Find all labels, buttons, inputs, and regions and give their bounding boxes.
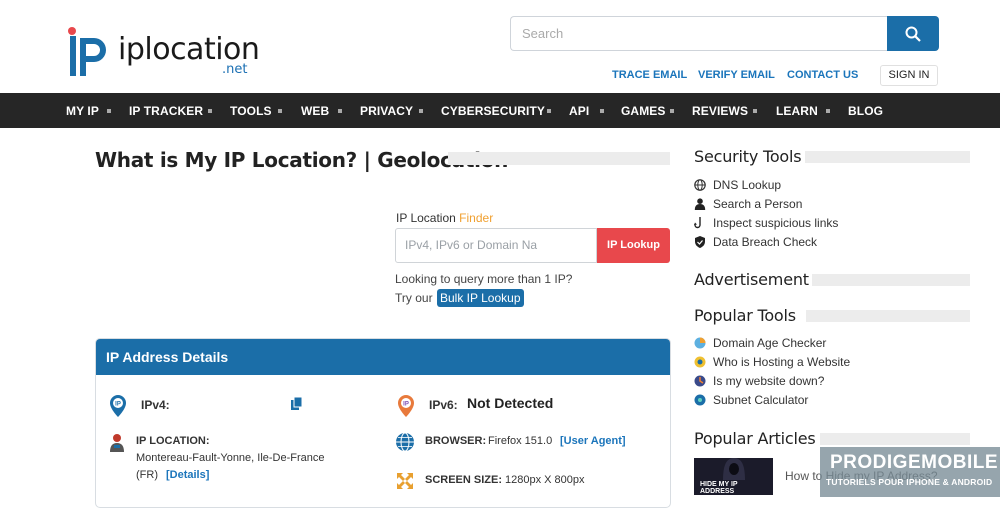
user-agent-link[interactable]: [User Agent] [560, 435, 626, 447]
trace-email-link[interactable]: TRACE EMAIL [612, 69, 687, 81]
article-thumbnail-caption: HIDE MY IP ADDRESS [700, 481, 738, 495]
nav-item-tools[interactable]: TOOLS [230, 93, 272, 128]
domain-age-icon [694, 337, 706, 349]
nav-item-ip-tracker[interactable]: IP TRACKER [129, 93, 203, 128]
nav-item-blog[interactable]: BLOG [848, 93, 883, 128]
nav-item-games[interactable]: GAMES [621, 93, 666, 128]
popular-tool-subnet-calculator[interactable]: Subnet Calculator [713, 393, 808, 407]
watermark-brand: PRODIGEMOBILE [830, 452, 999, 473]
location-person-icon [110, 434, 124, 452]
nav-item-cybersecurity[interactable]: CYBERSECURITY [441, 93, 545, 128]
title-divider [820, 433, 970, 445]
bulk-ip-lookup-link[interactable]: Bulk IP Lookup [437, 289, 524, 307]
search-input[interactable]: Search [510, 16, 888, 51]
globe-icon [396, 432, 414, 452]
watermark-tagline: TUTORIELS POUR IPHONE & ANDROID [826, 477, 993, 487]
ip-lookup-input[interactable]: IPv4, IPv6 or Domain Na [395, 228, 597, 263]
popular-tool-website-down[interactable]: Is my website down? [713, 374, 824, 388]
nav-separator [278, 109, 282, 113]
ip-details-title: IP Address Details [96, 339, 670, 375]
screen-size-icon [397, 473, 413, 489]
sidebar-item-dns-lookup[interactable]: DNS Lookup [713, 178, 781, 192]
nav-item-api[interactable]: API [569, 93, 589, 128]
svg-text:IP: IP [403, 402, 409, 408]
subnet-calculator-icon [694, 394, 706, 406]
nav-separator [753, 109, 757, 113]
site-logo[interactable]: iplocation .net [66, 26, 260, 80]
article-thumbnail[interactable]: HIDE MY IP ADDRESS [694, 458, 773, 495]
nav-separator [419, 109, 423, 113]
popular-tool-domain-age[interactable]: Domain Age Checker [713, 336, 826, 350]
title-divider [806, 310, 970, 322]
ipv4-pin-icon: IP [110, 395, 126, 417]
hook-icon [694, 217, 701, 229]
nav-separator [826, 109, 830, 113]
sidebar-item-inspect-links[interactable]: Inspect suspicious links [713, 216, 838, 230]
ipv6-label: IPv6: [429, 398, 458, 412]
nav-item-reviews[interactable]: REVIEWS [692, 93, 748, 128]
svg-text:IP: IP [115, 402, 121, 408]
security-tools-title: Security Tools [694, 147, 802, 166]
sign-in-button[interactable]: SIGN IN [880, 65, 938, 86]
ipv4-label: IPv4: [141, 398, 170, 412]
ipv6-pin-icon: IP [398, 395, 414, 417]
nav-separator [338, 109, 342, 113]
search-button[interactable] [887, 16, 939, 51]
browser-value: Firefox 151.0 [488, 435, 553, 447]
sidebar-item-search-person[interactable]: Search a Person [713, 197, 802, 211]
website-down-icon [694, 375, 706, 387]
nav-item-learn[interactable]: LEARN [776, 93, 818, 128]
screen-size-value: 1280px X 800px [505, 474, 585, 486]
location-value: Montereau-Fault-Yonne, Ile-De-France [136, 452, 325, 464]
nav-item-privacy[interactable]: PRIVACY [360, 93, 413, 128]
browser-label: BROWSER: [425, 435, 487, 447]
nav-separator [547, 109, 551, 113]
location-details-link[interactable]: [Details] [166, 469, 209, 481]
watermark: PRODIGEMOBILE TUTORIELS POUR IPHONE & AN… [820, 447, 1000, 497]
page-title: What is My IP Location? | Geolocation [95, 148, 509, 172]
nav-item-web[interactable]: WEB [301, 93, 329, 128]
hooded-figure-icon [723, 458, 745, 480]
advertisement-title: Advertisement [694, 270, 809, 289]
nav-separator [600, 109, 604, 113]
popular-articles-title: Popular Articles [694, 429, 816, 448]
nav-item-my-ip[interactable]: MY IP [66, 93, 99, 128]
ip-lookup-button[interactable]: IP Lookup [597, 228, 670, 263]
popular-tools-title: Popular Tools [694, 306, 796, 325]
nav-separator [107, 109, 111, 113]
popular-tool-who-hosting[interactable]: Who is Hosting a Website [713, 355, 850, 369]
location-country: (FR) [136, 469, 158, 481]
location-label: IP LOCATION: [136, 435, 210, 447]
nav-separator [208, 109, 212, 113]
copy-icon[interactable] [291, 397, 303, 411]
title-divider [812, 274, 970, 286]
sidebar-item-data-breach[interactable]: Data Breach Check [713, 235, 817, 249]
main-nav: MY IP IP TRACKER TOOLS WEB PRIVACY CYBER… [0, 93, 1000, 128]
try-our-text: Try our [395, 291, 433, 305]
logo-pin-icon [68, 27, 106, 76]
person-icon [694, 198, 706, 210]
title-divider [448, 152, 670, 165]
nav-separator [670, 109, 674, 113]
ipv6-value: Not Detected [467, 395, 554, 411]
bulk-query-prompt: Looking to query more than 1 IP? [395, 272, 573, 286]
header: iplocation .net Search TRACE EMAIL VERIF… [0, 0, 1000, 93]
contact-us-link[interactable]: CONTACT US [787, 69, 858, 81]
finder-label: IP Location Finder [396, 211, 494, 225]
logo-suffix: .net [222, 62, 248, 77]
verify-email-link[interactable]: VERIFY EMAIL [698, 69, 775, 81]
hosting-icon [694, 356, 706, 368]
title-divider [805, 151, 970, 163]
ip-details-card: IP Address Details IP IPv4: IP IPv6: Not… [95, 338, 671, 508]
search-icon [905, 26, 921, 42]
screen-size-label: SCREEN SIZE: [425, 474, 503, 486]
shield-icon [695, 236, 705, 248]
dns-globe-icon [694, 179, 706, 191]
